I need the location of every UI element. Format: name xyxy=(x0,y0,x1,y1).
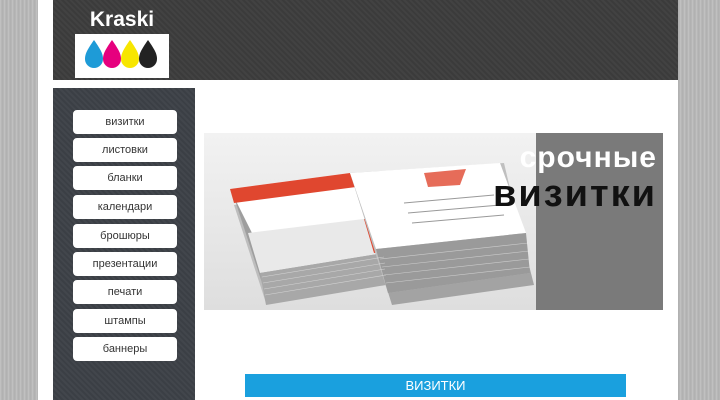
site-header: Kraski xyxy=(53,0,678,80)
sidebar: визитки листовки бланки календари брошюр… xyxy=(53,88,195,400)
sidebar-item-shtampy[interactable]: штампы xyxy=(73,309,177,333)
section-title: ВИЗИТКИ xyxy=(245,374,626,397)
sidebar-item-bannery[interactable]: баннеры xyxy=(73,337,177,361)
banner-headline-bottom: визитки xyxy=(493,173,657,215)
logo-text: Kraski xyxy=(89,8,155,31)
promo-banner[interactable]: срочные визитки xyxy=(204,133,663,310)
page: Kraski визитки листовки бланки календари… xyxy=(38,0,678,400)
sidebar-item-kalendari[interactable]: календари xyxy=(73,195,177,219)
ink-drops-icon xyxy=(85,40,157,68)
sidebar-item-vizitki[interactable]: визитки xyxy=(73,110,177,134)
banner-headline-top: срочные xyxy=(519,141,657,174)
yellow-drop-icon xyxy=(121,40,139,68)
sidebar-item-blanki[interactable]: бланки xyxy=(73,166,177,190)
logo[interactable]: Kraski xyxy=(75,8,169,78)
sidebar-item-prezentatsii[interactable]: презентации xyxy=(73,252,177,276)
magenta-drop-icon xyxy=(103,40,121,68)
black-drop-icon xyxy=(139,40,157,68)
logo-drops xyxy=(75,34,169,78)
sidebar-item-listovki[interactable]: листовки xyxy=(73,138,177,162)
cyan-drop-icon xyxy=(85,40,103,68)
sidebar-item-broshyury[interactable]: брошюры xyxy=(73,224,177,248)
sidebar-item-pechati[interactable]: печати xyxy=(73,280,177,304)
